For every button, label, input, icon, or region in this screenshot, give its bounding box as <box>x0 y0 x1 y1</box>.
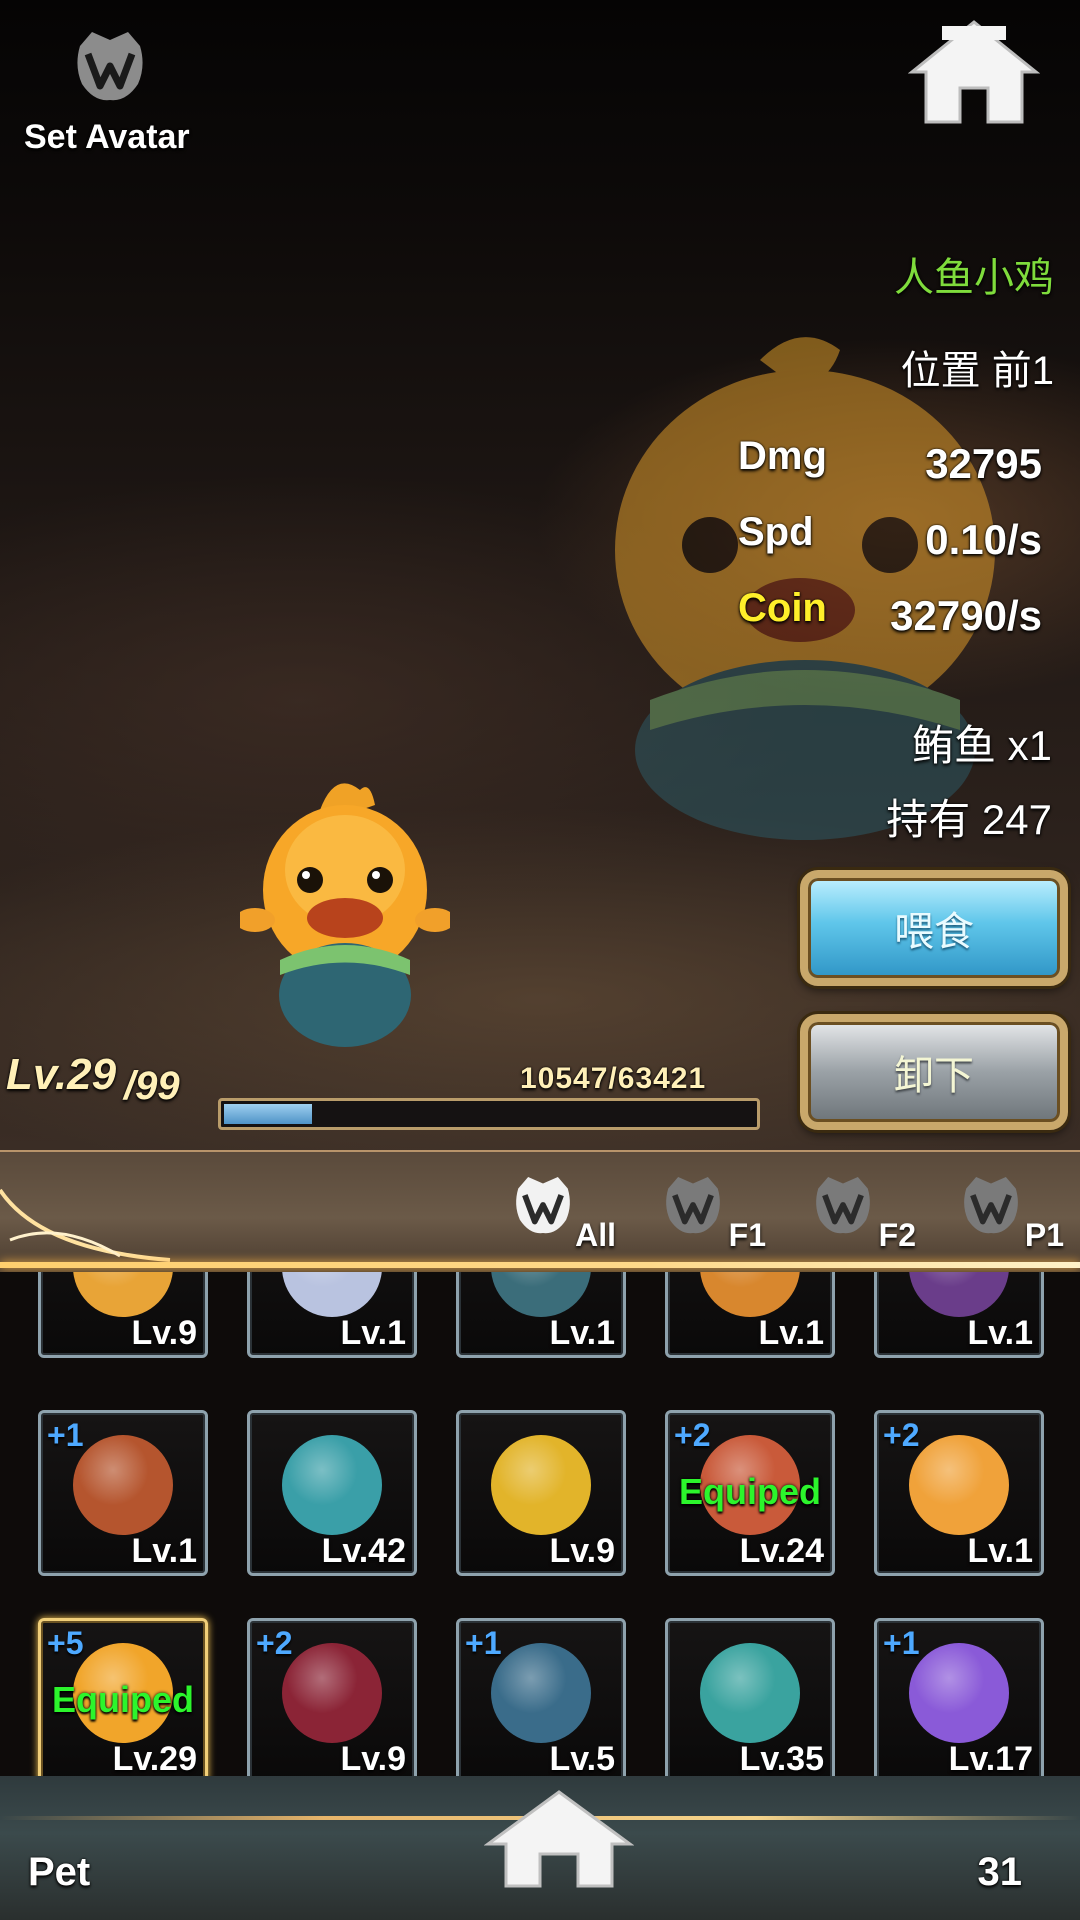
tab-p1-label: P1 <box>1024 1217 1064 1253</box>
tab-f2-icon <box>816 1176 870 1234</box>
unload-button[interactable]: 卸下 <box>800 1014 1068 1130</box>
pet-card[interactable]: Lv.9 <box>456 1410 626 1576</box>
pet-name: 人鱼小鸡 <box>894 256 1054 300</box>
pet-card-plus: +2 <box>883 1417 920 1453</box>
stat-spd-value: 0.10/s <box>925 516 1042 563</box>
pet-card-level: Lv.42 <box>321 1532 406 1570</box>
pet-card-level: Lv.35 <box>739 1740 824 1776</box>
pet-grid[interactable]: Lv.9 Lv.1 Lv.1 Lv.1 Lv.1 +1 Lv.1 Lv.42 Lv.9 +2 Equ… <box>0 1272 1080 1776</box>
pet-section-label: Pet <box>28 1850 91 1894</box>
pet-card-level: Lv.1 <box>549 1314 615 1352</box>
pet-card[interactable]: Lv.1 <box>456 1272 626 1358</box>
tab-f2-label: F2 <box>878 1217 916 1253</box>
pet-card[interactable]: +1 Lv.1 <box>38 1410 208 1576</box>
pet-card-plus: +1 <box>47 1417 84 1453</box>
pet-count: 31 <box>977 1850 1023 1894</box>
pet-card-plus: +5 <box>47 1625 84 1661</box>
pet-card-portrait <box>909 1643 1009 1743</box>
food-item: 鲔鱼 x1 <box>911 722 1052 769</box>
pet-card[interactable]: Lv.1 <box>247 1272 417 1358</box>
stat-spd-label: Spd <box>738 510 814 554</box>
pet-card-portrait <box>282 1272 382 1317</box>
pet-card[interactable]: Lv.9 <box>38 1272 208 1358</box>
filter-bar-ornament <box>0 1188 171 1262</box>
pet-card-level: Lv.1 <box>340 1314 406 1352</box>
pet-position: 位置 前1 <box>900 349 1054 393</box>
pet-card-portrait <box>909 1435 1009 1535</box>
pet-card-level: Lv.1 <box>967 1532 1033 1570</box>
pet-card-portrait <box>73 1435 173 1535</box>
pet-card-level: Lv.29 <box>112 1740 197 1776</box>
filter-bar-divider <box>0 1262 1080 1268</box>
pet-level-max: /99 <box>124 1064 180 1108</box>
pet-card-plus: +1 <box>465 1625 502 1661</box>
pet-card[interactable]: Lv.1 <box>665 1272 835 1358</box>
pet-level: Lv.29 <box>6 1050 117 1099</box>
pet-sprite <box>240 783 450 1047</box>
tab-f1-label: F1 <box>728 1217 766 1253</box>
pet-card-plus: +2 <box>674 1417 711 1453</box>
stat-coin-value: 32790/s <box>890 592 1042 639</box>
food-owned: 持有 247 <box>886 796 1052 843</box>
pet-card-plus: +2 <box>256 1625 293 1661</box>
pet-card-equipped: Equiped <box>52 1679 194 1720</box>
pet-card-portrait <box>700 1643 800 1743</box>
pet-card[interactable]: +2 Equiped Lv.24 <box>665 1410 835 1576</box>
pet-card-level: Lv.1 <box>967 1314 1033 1352</box>
tab-p1[interactable]: P1 <box>958 1170 1078 1260</box>
pet-card-level: Lv.9 <box>340 1740 406 1776</box>
home-icon-bottom[interactable] <box>484 1788 634 1888</box>
pet-card-portrait <box>491 1643 591 1743</box>
pet-card[interactable]: Lv.35 <box>665 1618 835 1776</box>
pet-card[interactable]: Lv.1 <box>874 1272 1044 1358</box>
pet-card-level: Lv.24 <box>739 1532 824 1570</box>
pet-card-portrait <box>909 1272 1009 1317</box>
pet-card-portrait <box>282 1643 382 1743</box>
pet-card-portrait <box>282 1435 382 1535</box>
pet-card[interactable]: +5 Equiped Lv.29 <box>38 1618 208 1776</box>
stat-dmg-value: 32795 <box>925 440 1042 487</box>
pet-card-level: Lv.5 <box>549 1740 615 1776</box>
tab-f1-icon <box>666 1176 720 1234</box>
tab-f2[interactable]: F2 <box>810 1170 930 1260</box>
pet-card[interactable]: +1 Lv.17 <box>874 1618 1044 1776</box>
exp-bar <box>218 1098 760 1130</box>
pet-card-portrait <box>491 1435 591 1535</box>
pet-card-level: Lv.17 <box>948 1740 1033 1776</box>
pet-card-level: Lv.9 <box>549 1532 615 1570</box>
pet-card-portrait <box>73 1272 173 1317</box>
pet-card-portrait <box>491 1272 591 1317</box>
home-icon[interactable] <box>908 18 1040 130</box>
stat-dmg-label: Dmg <box>738 434 827 478</box>
pet-card-plus: +1 <box>883 1625 920 1661</box>
pet-card-level: Lv.1 <box>131 1532 197 1570</box>
pet-card-portrait <box>700 1272 800 1317</box>
exp-bar-fill <box>224 1104 312 1124</box>
avatar-icon[interactable] <box>70 26 150 106</box>
tab-p1-icon <box>964 1176 1018 1234</box>
pet-card[interactable]: Lv.42 <box>247 1410 417 1576</box>
pet-card[interactable]: +2 Lv.9 <box>247 1618 417 1776</box>
pet-card-level: Lv.9 <box>131 1314 197 1352</box>
tab-all[interactable]: All <box>510 1170 630 1260</box>
pet-card-level: Lv.1 <box>758 1314 824 1352</box>
tab-f1[interactable]: F1 <box>660 1170 780 1260</box>
exp-text: 10547/63421 <box>520 1062 707 1095</box>
feed-button[interactable]: 喂食 <box>800 870 1068 986</box>
pet-card-equipped: Equiped <box>679 1471 821 1512</box>
stat-coin-label: Coin <box>738 586 827 630</box>
pet-card[interactable]: +1 Lv.5 <box>456 1618 626 1776</box>
pet-card[interactable]: +2 Lv.1 <box>874 1410 1044 1576</box>
set-avatar-label[interactable]: Set Avatar <box>24 118 190 157</box>
tab-all-label: All <box>575 1217 616 1253</box>
tab-all-icon <box>516 1176 570 1234</box>
